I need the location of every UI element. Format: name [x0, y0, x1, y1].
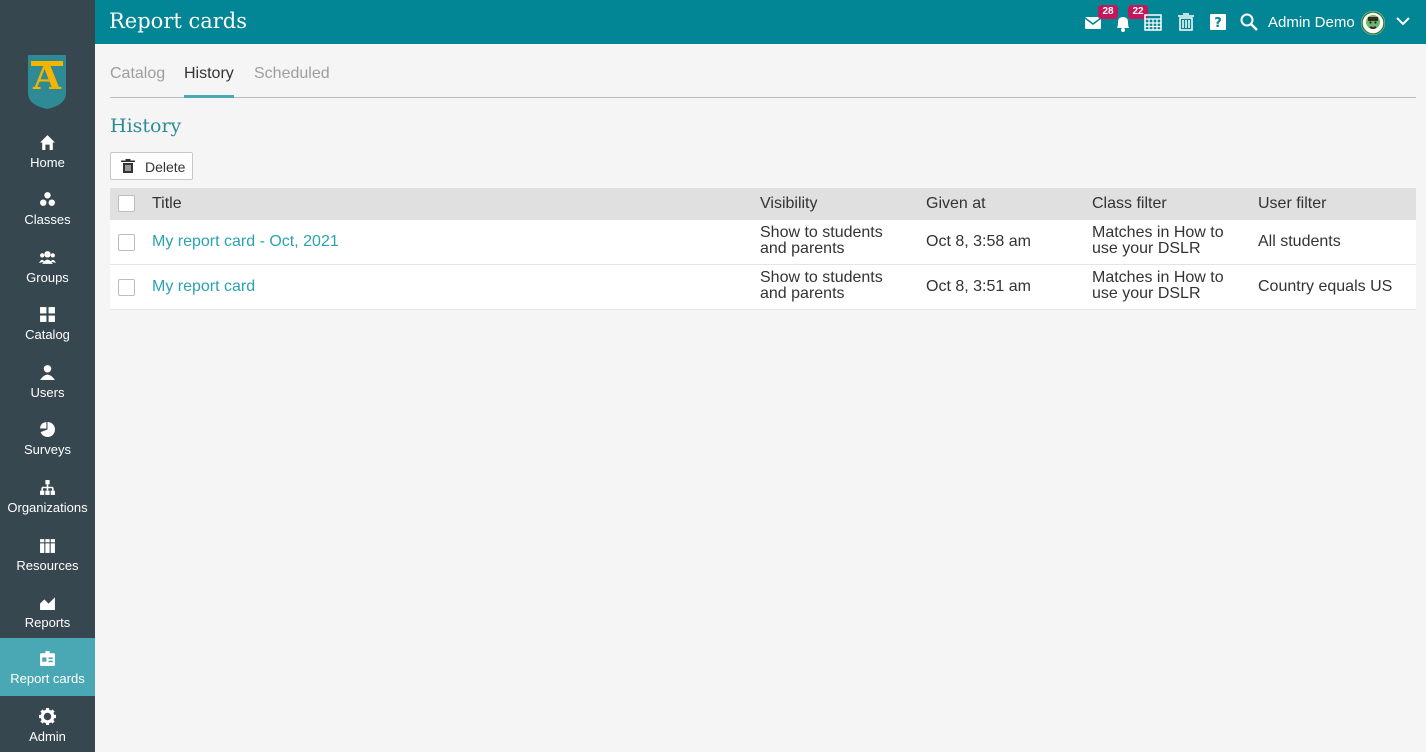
- column-header-user-filter[interactable]: User filter: [1258, 195, 1326, 213]
- user-icon: [40, 365, 55, 380]
- column-header-given-at[interactable]: Given at: [926, 195, 986, 213]
- row-given-at: Oct 8, 3:51 am: [926, 278, 1031, 295]
- history-table: Title Visibility Given at Class filter U…: [110, 188, 1416, 310]
- sidebar-item-home[interactable]: Home: [0, 122, 95, 180]
- column-header-visibility[interactable]: Visibility: [760, 195, 818, 213]
- sidebar-item-groups[interactable]: Groups: [0, 237, 95, 295]
- sidebar-item-label: Surveys: [24, 442, 71, 457]
- sidebar-item-label: Groups: [26, 270, 69, 285]
- search-icon[interactable]: [1240, 13, 1258, 31]
- user-name[interactable]: Admin Demo: [1268, 14, 1355, 31]
- table-row: My report card - Oct, 2021 Show to stude…: [110, 220, 1416, 265]
- groups-icon: [39, 251, 56, 264]
- surveys-icon: [40, 422, 55, 437]
- classes-icon: [40, 192, 55, 206]
- gear-icon: [39, 708, 56, 725]
- sidebar-item-catalog[interactable]: Catalog: [0, 294, 95, 352]
- avatar-icon: [1361, 11, 1385, 35]
- avatar[interactable]: [1361, 11, 1385, 35]
- chevron-down-icon[interactable]: [1396, 16, 1410, 26]
- sidebar-item-classes[interactable]: Classes: [0, 179, 95, 237]
- table-row: My report card Show to students and pare…: [110, 265, 1416, 310]
- sidebar-item-label: Resources: [16, 558, 79, 573]
- row-checkbox[interactable]: [118, 234, 135, 251]
- sidebar-item-label: Catalog: [25, 327, 70, 342]
- help-icon[interactable]: ?: [1209, 13, 1227, 31]
- select-all-checkbox[interactable]: [118, 195, 135, 212]
- logo-icon: A: [28, 55, 66, 109]
- top-bar: Report cards 28 22 ? Admin Demo: [95, 0, 1426, 44]
- row-user-filter: All students: [1258, 233, 1341, 250]
- section-title: History: [110, 115, 182, 137]
- organizations-icon: [40, 480, 55, 495]
- sidebar-item-label: Report cards: [10, 671, 85, 686]
- sidebar-item-reports[interactable]: Reports: [0, 582, 95, 640]
- row-visibility: Show to students and parents: [760, 225, 883, 257]
- sidebar-item-resources[interactable]: Resources: [0, 525, 95, 583]
- tab-catalog[interactable]: Catalog: [110, 65, 165, 98]
- row-class-filter: Matches in How to use your DSLR: [1092, 270, 1224, 302]
- sidebar-item-report-cards[interactable]: Report cards: [0, 638, 95, 696]
- row-visibility-line: and parents: [760, 240, 845, 257]
- row-given-at: Oct 8, 3:58 am: [926, 233, 1031, 250]
- row-visibility-line: and parents: [760, 285, 845, 302]
- report-cards-icon: [40, 651, 55, 666]
- row-title-link[interactable]: My report card: [152, 278, 255, 296]
- column-header-class-filter[interactable]: Class filter: [1092, 195, 1167, 213]
- table-header: Title Visibility Given at Class filter U…: [110, 188, 1416, 220]
- sidebar-item-label: Classes: [24, 212, 71, 227]
- logo[interactable]: A: [0, 0, 95, 116]
- catalog-icon: [40, 307, 55, 322]
- trash-icon[interactable]: [1177, 13, 1195, 31]
- row-title-link[interactable]: My report card - Oct, 2021: [152, 233, 339, 251]
- row-class-filter-line: use your DSLR: [1092, 285, 1201, 302]
- row-class-filter: Matches in How to use your DSLR: [1092, 225, 1224, 257]
- row-visibility-line: Show to students: [760, 224, 883, 241]
- row-user-filter: Country equals US: [1258, 278, 1393, 295]
- tab-history[interactable]: History: [184, 65, 234, 98]
- tab-scheduled[interactable]: Scheduled: [254, 65, 330, 98]
- sidebar-item-admin[interactable]: Admin: [0, 696, 95, 752]
- sidebar-item-surveys[interactable]: Surveys: [0, 409, 95, 467]
- row-checkbox[interactable]: [118, 279, 135, 296]
- sidebar-item-label: Admin: [29, 729, 66, 744]
- row-visibility: Show to students and parents: [760, 270, 883, 302]
- page-title: Report cards: [109, 9, 248, 33]
- row-visibility-line: Show to students: [760, 269, 883, 286]
- sidebar-item-organizations[interactable]: Organizations: [0, 467, 95, 525]
- sidebar-item-users[interactable]: Users: [0, 352, 95, 410]
- sidebar-item-label: Users: [30, 385, 65, 400]
- calendar-icon[interactable]: [1144, 13, 1162, 31]
- column-header-title[interactable]: Title: [152, 195, 182, 213]
- home-icon: [40, 135, 55, 150]
- sidebar-item-label: Reports: [24, 615, 71, 630]
- row-class-filter-line: Matches in How to: [1092, 269, 1224, 286]
- trash-icon: [121, 159, 135, 173]
- sidebar-item-label: Organizations: [7, 500, 88, 515]
- delete-button[interactable]: Delete: [110, 152, 193, 180]
- resources-icon: [40, 539, 55, 553]
- row-class-filter-line: Matches in How to: [1092, 224, 1224, 241]
- svg-text:?: ?: [1214, 16, 1222, 31]
- tab-bar: Catalog History Scheduled: [110, 56, 1416, 98]
- row-class-filter-line: use your DSLR: [1092, 240, 1201, 257]
- sidebar-item-label: Home: [30, 155, 65, 170]
- delete-button-label: Delete: [145, 159, 186, 175]
- reports-icon: [40, 597, 55, 610]
- sidebar: A Home Classes Groups Catalog Users Surv…: [0, 0, 95, 752]
